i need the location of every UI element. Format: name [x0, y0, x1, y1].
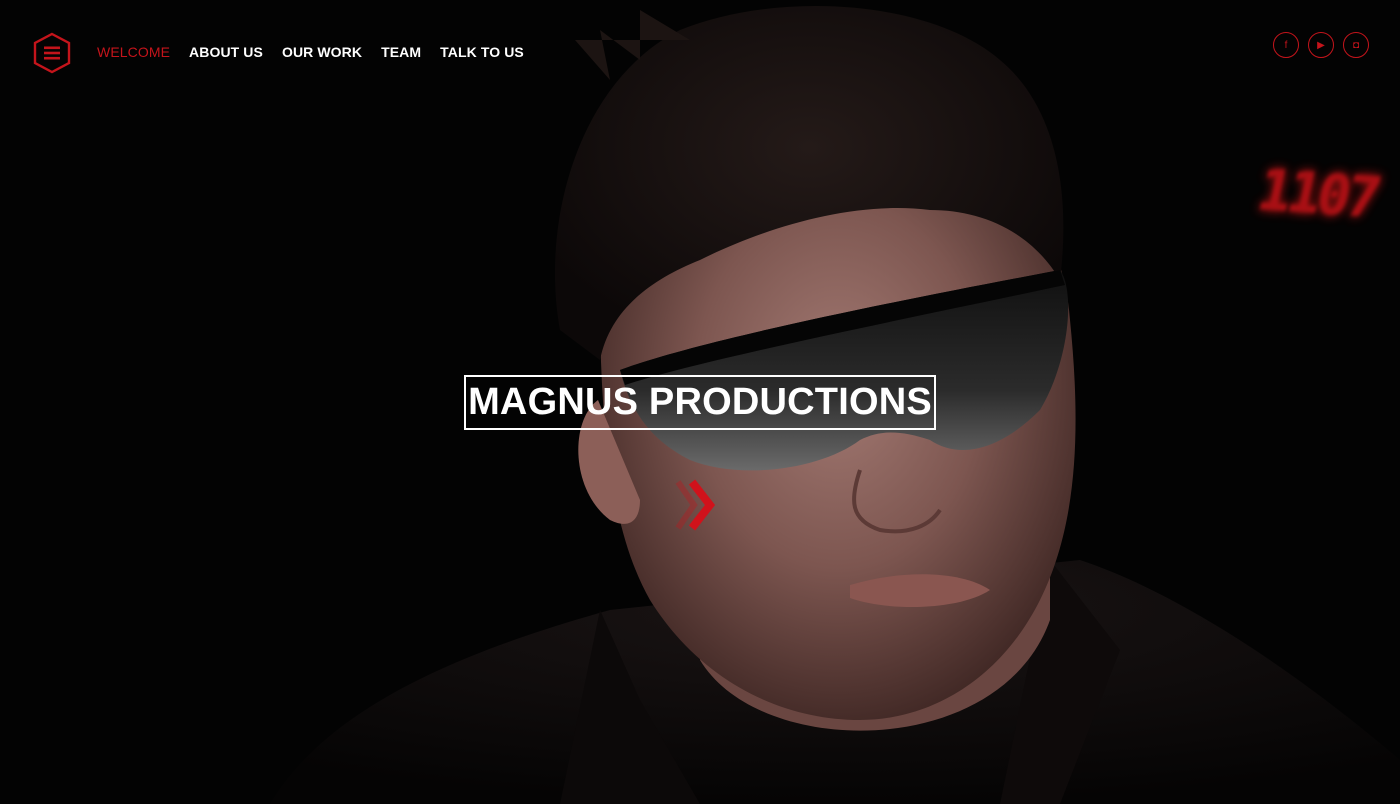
background-clock-display: 1107 — [1251, 157, 1383, 232]
nav-welcome[interactable]: WELCOME — [97, 44, 170, 60]
hamburger-hexagon-icon[interactable] — [32, 32, 72, 74]
nav-our-work[interactable]: OUR WORK — [282, 44, 362, 60]
instagram-icon[interactable]: ◘ — [1343, 32, 1369, 58]
hero-section: 1107 WELCOME ABOUT US OUR WORK TEAM TALK… — [0, 0, 1400, 804]
main-nav: WELCOME ABOUT US OUR WORK TEAM TALK TO U… — [97, 44, 543, 60]
hero-title-box: MAGNUS PRODUCTIONS — [464, 375, 936, 430]
chevron-right-icon[interactable] — [672, 478, 722, 532]
nav-talk-to-us[interactable]: TALK TO US — [440, 44, 524, 60]
youtube-icon[interactable]: ▶ — [1308, 32, 1334, 58]
nav-about-us[interactable]: ABOUT US — [189, 44, 263, 60]
social-links: f ▶ ◘ — [1273, 32, 1369, 58]
nav-team[interactable]: TEAM — [381, 44, 421, 60]
facebook-icon[interactable]: f — [1273, 32, 1299, 58]
hero-title: MAGNUS PRODUCTIONS — [468, 381, 932, 423]
